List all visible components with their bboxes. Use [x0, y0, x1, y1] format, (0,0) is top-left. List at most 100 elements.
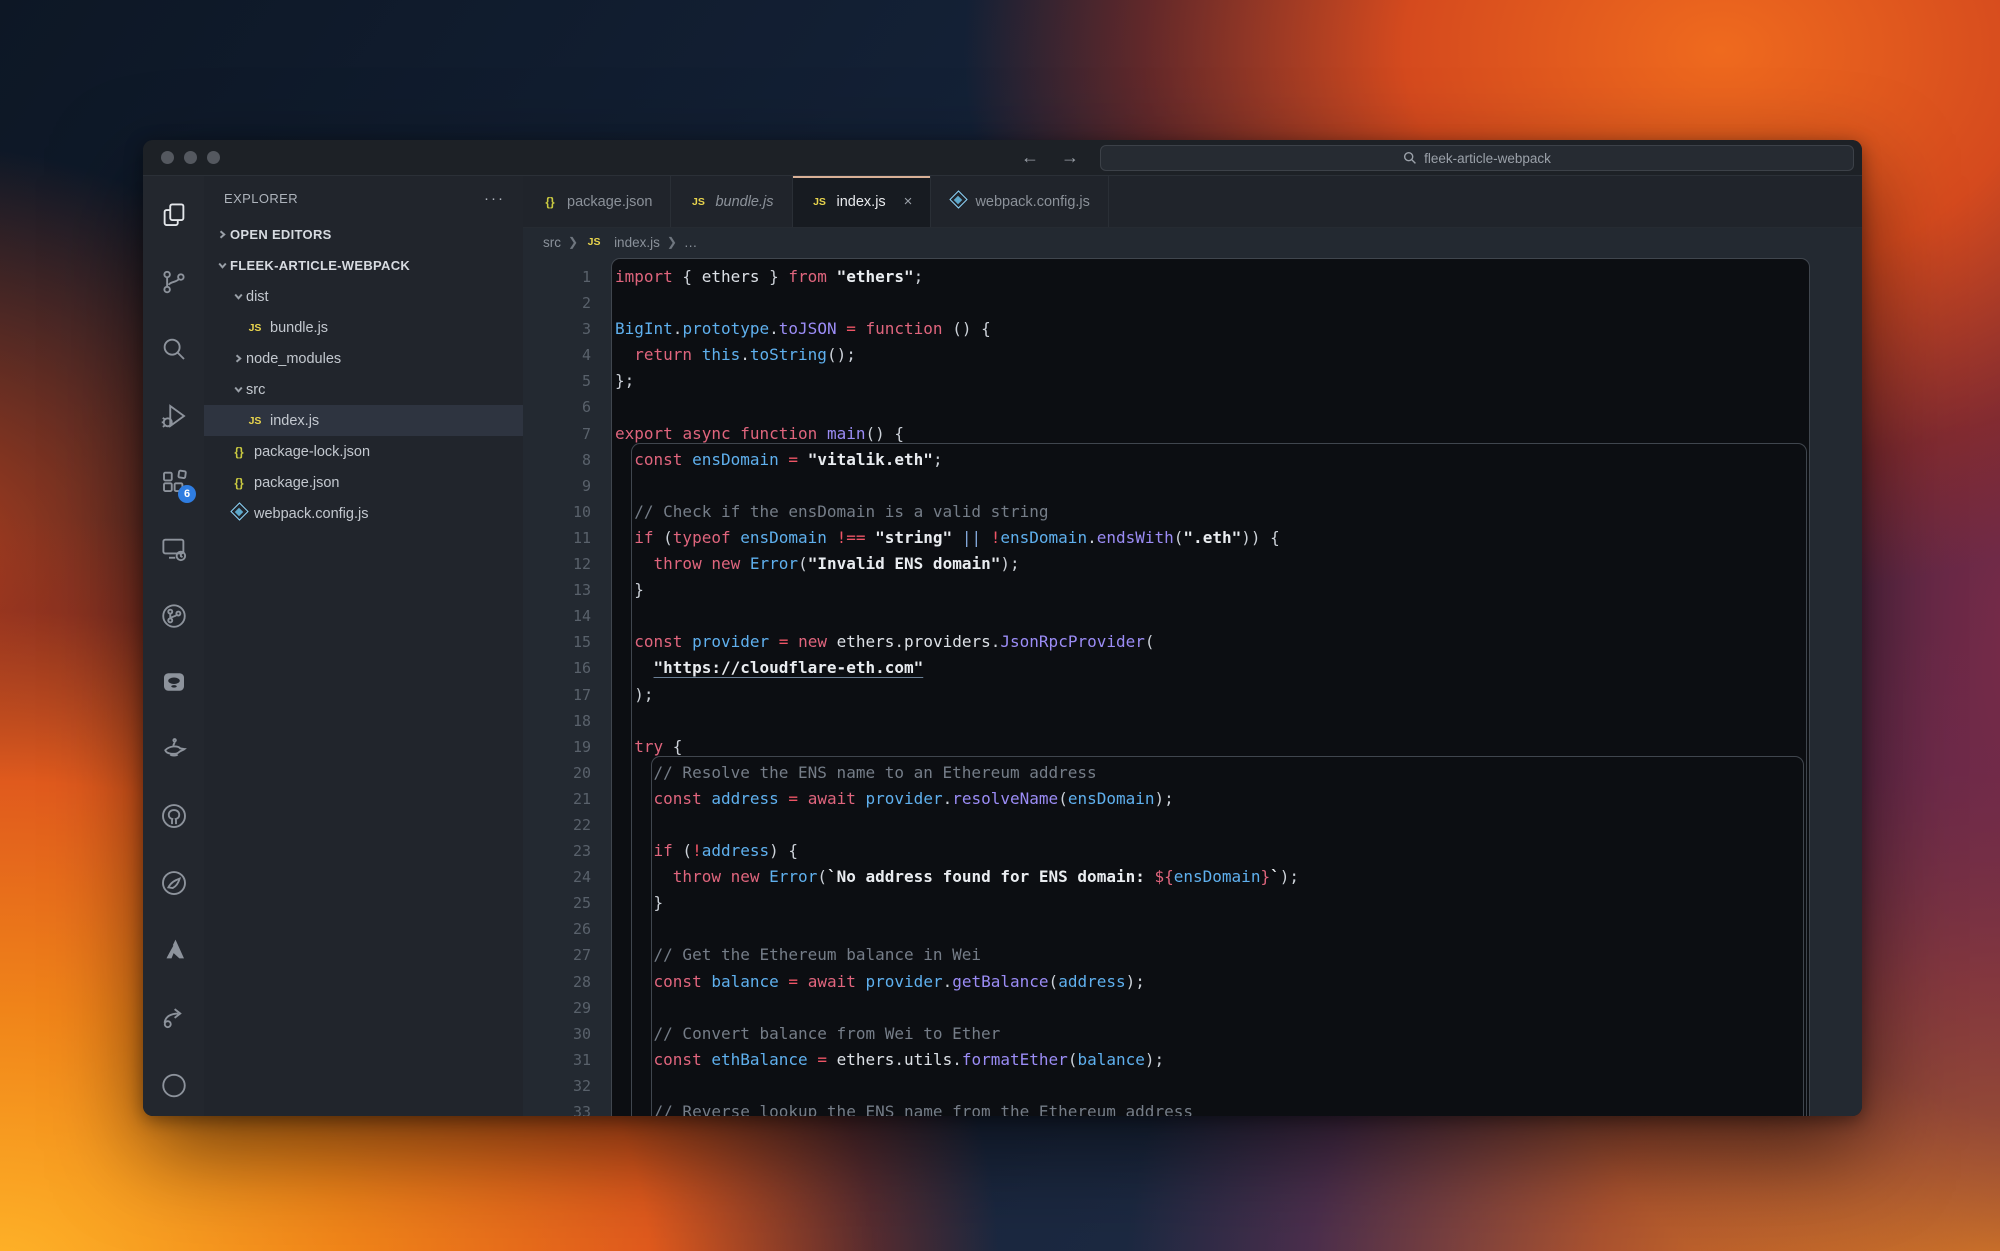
forward-arrow-icon[interactable]: →: [1061, 147, 1079, 168]
tree-item-webpack-config-js[interactable]: webpack.config.js: [204, 498, 523, 529]
line-content: // Reverse lookup the ENS name from the …: [591, 1099, 1193, 1116]
tree-item-src[interactable]: src: [204, 374, 523, 405]
activity-genie-lamp-icon[interactable]: [143, 716, 204, 783]
search-icon: [159, 334, 189, 364]
line-content: "https://cloudflare-eth.com": [591, 655, 923, 681]
source-control-icon: [159, 267, 189, 297]
line-content: [591, 394, 615, 420]
code-line-29: 29: [523, 995, 1862, 1021]
activity-search-icon[interactable]: [143, 315, 204, 382]
tab-package-json[interactable]: {}package.json: [523, 176, 671, 227]
chevron-right-icon: [214, 227, 230, 243]
code-line-1: 1import { ethers } from "ethers";: [523, 264, 1862, 290]
sidebar-title: EXPLORER: [224, 191, 298, 206]
tree-item-package-json[interactable]: {}package.json: [204, 467, 523, 498]
line-number: 6: [523, 394, 591, 420]
tab-webpack-config-js[interactable]: webpack.config.js: [931, 176, 1108, 227]
json-file-icon: {}: [541, 195, 559, 209]
tree-item-label: node_modules: [246, 351, 341, 367]
code-line-32: 32: [523, 1073, 1862, 1099]
tree-item-index-js[interactable]: JSindex.js: [204, 405, 523, 436]
tree-item-node-modules[interactable]: node_modules: [204, 343, 523, 374]
code-line-24: 24 throw new Error(`No address found for…: [523, 864, 1862, 890]
activity-git-graph-icon[interactable]: [143, 582, 204, 649]
code-line-2: 2: [523, 290, 1862, 316]
tab-index-js[interactable]: JSindex.js×: [793, 176, 932, 227]
activity-clock-icon[interactable]: [143, 1049, 204, 1116]
code-line-10: 10 // Check if the ensDomain is a valid …: [523, 499, 1862, 525]
back-arrow-icon[interactable]: ←: [1021, 147, 1039, 168]
clock-icon: [159, 1068, 189, 1098]
explorer-icon: [159, 200, 189, 230]
tree-item-label: index.js: [270, 413, 319, 429]
command-center[interactable]: fleek-article-webpack: [1100, 145, 1854, 171]
activity-extensions-icon[interactable]: 6: [143, 449, 204, 516]
line-number: 27: [523, 942, 591, 968]
line-content: const ensDomain = "vitalik.eth";: [591, 447, 943, 473]
code-line-7: 7export async function main() {: [523, 421, 1862, 447]
line-number: 33: [523, 1099, 591, 1116]
breadcrumb-label: …: [684, 235, 698, 250]
code-line-19: 19 try {: [523, 734, 1862, 760]
tree-item-bundle-js[interactable]: JSbundle.js: [204, 312, 523, 343]
more-actions-icon[interactable]: ···: [484, 190, 505, 207]
breadcrumb-item[interactable]: JSindex.js: [585, 235, 660, 250]
code-lines: 1import { ethers } from "ethers";23BigIn…: [523, 264, 1862, 1116]
activity-explorer-icon[interactable]: [143, 182, 204, 249]
breadcrumb-item[interactable]: …: [684, 235, 698, 250]
tree-item-label: OPEN EDITORS: [230, 227, 332, 242]
code-line-31: 31 const ethBalance = ethers.utils.forma…: [523, 1047, 1862, 1073]
code-line-16: 16 "https://cloudflare-eth.com": [523, 655, 1862, 681]
tree-item-label: webpack.config.js: [254, 506, 368, 522]
code-line-9: 9: [523, 473, 1862, 499]
activity-azure-icon[interactable]: [143, 916, 204, 983]
chevron-down-icon: [230, 289, 246, 305]
tree-item-package-lock-json[interactable]: {}package-lock.json: [204, 436, 523, 467]
activity-run-debug-icon[interactable]: [143, 382, 204, 449]
tab-bar: {}package.jsonJSbundle.jsJSindex.js×webp…: [523, 176, 1862, 228]
minimize-window-icon[interactable]: [184, 151, 197, 164]
tree-item-open-editors[interactable]: OPEN EDITORS: [204, 219, 523, 250]
tab-bundle-js[interactable]: JSbundle.js: [671, 176, 792, 227]
tree-item-label: bundle.js: [270, 320, 328, 336]
zoom-window-icon[interactable]: [207, 151, 220, 164]
close-window-icon[interactable]: [161, 151, 174, 164]
close-icon[interactable]: ×: [904, 193, 913, 210]
activity-compass-icon[interactable]: [143, 849, 204, 916]
code-line-18: 18: [523, 708, 1862, 734]
command-center-label: fleek-article-webpack: [1424, 151, 1551, 166]
traffic-lights: [161, 151, 220, 164]
line-number: 15: [523, 629, 591, 655]
activity-source-control-icon[interactable]: [143, 249, 204, 316]
compass-icon: [159, 868, 189, 898]
line-number: 3: [523, 316, 591, 342]
explorer-sidebar: EXPLORER ··· OPEN EDITORS FLEEK-ARTICLE-W…: [204, 176, 523, 1116]
code-line-26: 26: [523, 916, 1862, 942]
line-content: );: [591, 682, 654, 708]
activity-github-icon[interactable]: [143, 782, 204, 849]
tree-item-dist[interactable]: dist: [204, 281, 523, 312]
code-line-28: 28 const balance = await provider.getBal…: [523, 969, 1862, 995]
js-file-icon: JS: [811, 196, 829, 208]
breadcrumb[interactable]: src❯JSindex.js❯…: [523, 228, 1862, 256]
live-share-icon: [159, 1001, 189, 1031]
line-number: 11: [523, 525, 591, 551]
code-line-27: 27 // Get the Ethereum balance in Wei: [523, 942, 1862, 968]
line-content: }: [591, 577, 644, 603]
breadcrumb-label: index.js: [614, 235, 660, 250]
line-number: 20: [523, 760, 591, 786]
activity-remote-explorer-icon[interactable]: [143, 516, 204, 583]
code-line-22: 22: [523, 812, 1862, 838]
line-content: [591, 603, 615, 629]
line-content: if (!address) {: [591, 838, 798, 864]
tree-item-fleek-article-webpack[interactable]: FLEEK-ARTICLE-WEBPACK: [204, 250, 523, 281]
line-number: 23: [523, 838, 591, 864]
activity-live-share-icon[interactable]: [143, 983, 204, 1050]
activity-container-icon[interactable]: [143, 649, 204, 716]
line-content: [591, 1073, 615, 1099]
webpack-file-icon: [949, 193, 967, 210]
line-number: 13: [523, 577, 591, 603]
code-editor[interactable]: 1import { ethers } from "ethers";23BigIn…: [523, 256, 1862, 1116]
line-content: throw new Error(`No address found for EN…: [591, 864, 1299, 890]
breadcrumb-item[interactable]: src: [543, 235, 561, 250]
